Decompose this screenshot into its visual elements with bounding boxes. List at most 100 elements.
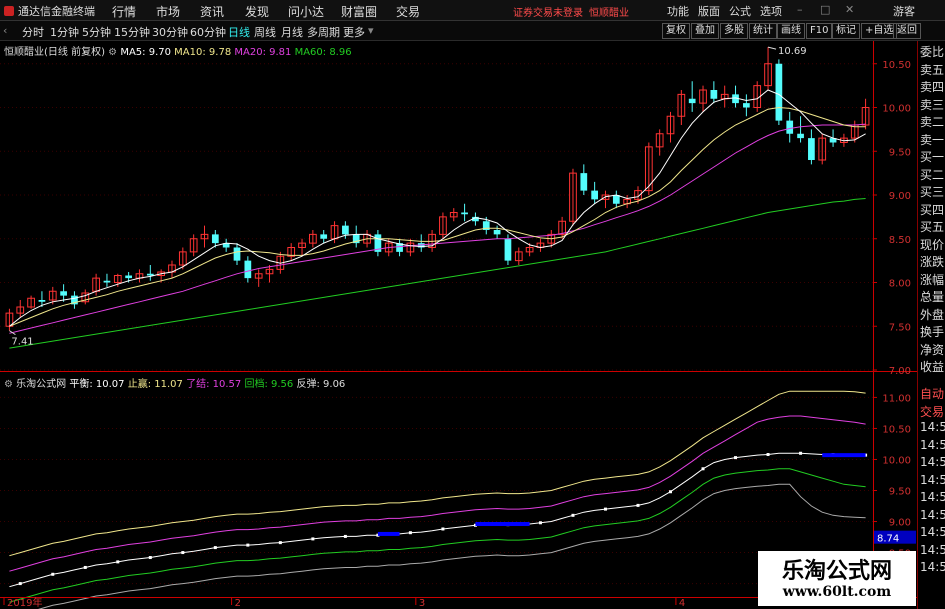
candle-body-down: [320, 234, 328, 239]
quote-label: 卖三: [920, 97, 945, 112]
quote-label: 换手: [920, 325, 945, 339]
indicator-line-了结: [9, 415, 866, 572]
price-tick-label: 7.00: [889, 366, 911, 377]
pingheng-dot: [799, 451, 803, 455]
quote-label: 涨幅: [920, 272, 945, 287]
sub-tick-label: 10.50: [882, 424, 911, 435]
quote-label: 净资: [920, 342, 945, 357]
price-tick-label: 10.00: [882, 104, 911, 115]
indicator-lines: [9, 390, 868, 609]
candle-body-down: [504, 238, 512, 261]
tick-label: 自动: [920, 387, 945, 401]
candle-body-down: [775, 63, 783, 121]
pingheng-dot: [311, 537, 315, 541]
ma20-line: [9, 123, 866, 334]
tick-label: 交易: [920, 404, 945, 419]
chart-grid: [0, 63, 873, 585]
tick-label: 14:56: [920, 437, 945, 452]
candle-body-down: [591, 190, 599, 200]
pingheng-dot: [148, 556, 152, 560]
quote-label: 涨跌: [920, 255, 945, 269]
quote-label: 卖四: [920, 80, 945, 94]
tick-label: 14:56: [920, 472, 945, 487]
price-tick-label: 8.00: [889, 279, 911, 290]
candle-body-down: [146, 273, 154, 276]
quote-label: 买五: [920, 220, 945, 234]
ma5-line: [9, 89, 866, 327]
pingheng-dot: [734, 456, 738, 460]
pingheng-dot: [408, 531, 412, 535]
indicator-line-反弹: [37, 483, 866, 609]
quote-label: 买三: [920, 185, 945, 199]
candles: [5, 47, 870, 331]
pingheng-dot: [571, 513, 575, 517]
tick-label: 14:56: [920, 490, 945, 504]
pingheng-dot: [213, 546, 217, 550]
high-label: 10.69: [778, 46, 807, 57]
pingheng-dot: [181, 551, 185, 555]
candle-body-down: [688, 98, 696, 104]
ma-lines: [9, 89, 866, 349]
candle-body-down: [342, 225, 349, 235]
candle-body-down: [461, 212, 468, 215]
pingheng-dot: [343, 534, 347, 538]
pingheng-dot: [278, 541, 282, 545]
candle-body-down: [38, 300, 46, 302]
candle-body-down: [808, 138, 815, 160]
quote-label: 外盘: [920, 307, 945, 322]
quote-label: 卖二: [920, 115, 945, 129]
pingheng-dot: [669, 490, 673, 494]
pingheng-dot: [636, 503, 640, 507]
indicator-line-止赢: [9, 390, 866, 557]
tick-label: 14:56: [920, 525, 945, 539]
signal-bar: [475, 522, 530, 527]
pingheng-dot: [538, 521, 542, 525]
pingheng-dot: [18, 582, 22, 586]
pingheng-dot: [83, 565, 87, 569]
pingheng-dot: [116, 560, 120, 564]
quote-label: 卖一: [920, 132, 945, 147]
price-tick-label: 9.50: [889, 147, 911, 158]
candle-body-down: [580, 173, 588, 191]
pingheng-dot: [441, 527, 445, 531]
price-tick-label: 9.00: [889, 191, 911, 202]
pingheng-dot: [51, 572, 55, 576]
signal-bar: [822, 453, 866, 458]
quote-label: 现价: [920, 237, 945, 252]
candle-body-down: [60, 291, 67, 296]
quote-label: 收益: [920, 360, 945, 374]
candle-body-down: [103, 280, 111, 283]
price-tick-label: 7.50: [889, 322, 911, 333]
watermark-line1: 乐淘公式网: [781, 559, 892, 584]
candle-body-down: [233, 247, 241, 261]
candle-body-down: [493, 230, 501, 235]
candle-body-down: [244, 260, 252, 279]
quote-label: 卖五: [920, 62, 945, 77]
time-tick-label: 2: [235, 598, 241, 609]
time-tick-label: 4: [679, 598, 685, 609]
sub-tick-label: 11.00: [882, 393, 911, 404]
time-tick-label: 3: [419, 598, 425, 609]
high-pointer: [767, 46, 777, 50]
quote-label: 买一: [920, 150, 945, 164]
quote-label: 买二: [920, 167, 945, 182]
pingheng-dot: [246, 543, 250, 547]
kline-chart[interactable]: 10.50 10.00 9.50 9.00 8.50 8.00 7.50 7.00 11.00 1…: [0, 0, 917, 609]
price-tick-label: 8.50: [889, 235, 911, 246]
pingheng-dot: [603, 507, 607, 511]
tick-label: 14:56: [920, 507, 945, 522]
candle-body-down: [710, 90, 718, 99]
ma10-line: [9, 106, 866, 327]
tick-label: 14:56: [920, 542, 945, 557]
watermark-line2: www.60lt.com: [782, 584, 892, 600]
sub-tick-label: 9.00: [889, 518, 911, 529]
tick-label: 14:56: [920, 560, 945, 574]
current-value-label: 8.74: [877, 534, 899, 545]
quote-panel: 委比 卖五 卖四 卖三 卖二 卖一 买一 买二 买三 买四 买五 现价 涨跌 涨幅 总量 外盘 换手 净资 收益 自动…: [917, 41, 945, 609]
low-label: 7.41: [11, 337, 33, 348]
quote-label: 总量: [920, 290, 945, 304]
candle-body-down: [211, 234, 219, 244]
candle-body-down: [125, 275, 132, 279]
axes: 10.50 10.00 9.50 9.00 8.50 8.00 7.50 7.00 11.00 1…: [0, 41, 917, 609]
signal-bar: [377, 531, 400, 536]
